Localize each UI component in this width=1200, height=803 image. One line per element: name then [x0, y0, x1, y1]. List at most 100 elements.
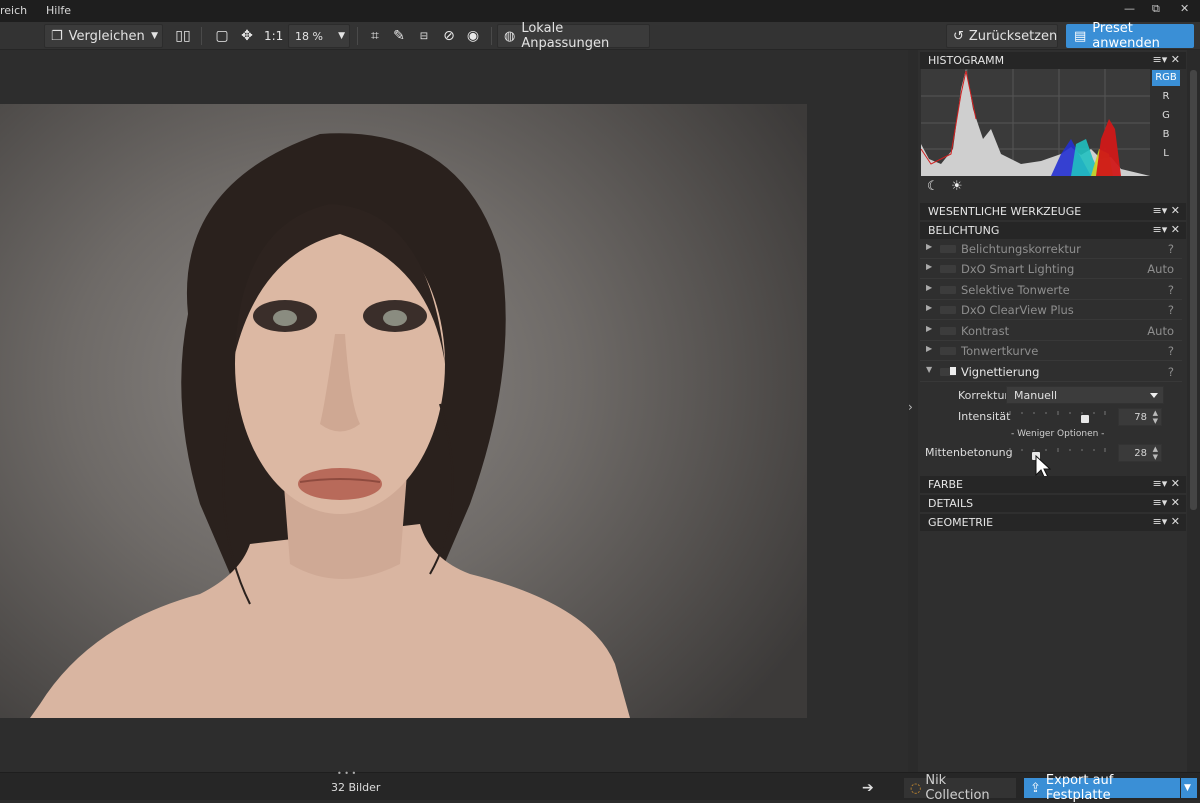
chevron-right-icon[interactable]: ▶ — [926, 324, 932, 333]
apply-preset-button[interactable]: ▤ Preset anwenden — [1066, 21, 1194, 51]
histogram-header[interactable]: HISTOGRAMM ≡▾ ✕ — [920, 52, 1186, 69]
local-adjust-icon: ◍ — [504, 28, 516, 44]
color-header[interactable]: FARBE ≡▾ ✕ — [920, 476, 1186, 493]
chevron-right-icon[interactable]: ▶ — [926, 242, 932, 251]
local-adjust-label: Lokale Anpassungen — [521, 21, 610, 51]
fewer-options-link[interactable]: - Weniger Optionen - — [1011, 429, 1104, 439]
channel-b-button[interactable]: B — [1152, 127, 1180, 143]
compare-button[interactable]: ❐ Vergleichen ▼ — [44, 24, 163, 48]
mittenbetonung-input[interactable]: 28 ▲ ▼ — [1118, 444, 1162, 462]
crop-icon[interactable]: ⌗ — [364, 24, 386, 48]
tool-label: Selektive Tonwerte — [961, 283, 1070, 297]
geometry-header[interactable]: GEOMETRIE ≡▾ ✕ — [920, 514, 1186, 531]
chevron-down-icon[interactable]: ▼ — [1181, 778, 1197, 798]
export-button[interactable]: ⇪ Export auf Festplatte — [1024, 773, 1180, 803]
tool-row-belichtungskorrektur[interactable]: ▶ Belichtungskorrektur ? — [920, 239, 1182, 259]
color-title: FARBE — [928, 478, 963, 491]
channel-rgb-button[interactable]: RGB — [1152, 70, 1180, 86]
tool-toggle[interactable] — [940, 347, 956, 355]
image-viewer[interactable] — [0, 50, 908, 772]
intensitaet-slider[interactable] — [1009, 407, 1106, 423]
tool-toggle[interactable] — [940, 265, 956, 273]
portrait-photo[interactable] — [0, 104, 807, 718]
tool-auto-value: Auto — [1147, 324, 1174, 338]
forward-icon[interactable]: ➔ — [862, 778, 874, 798]
chevron-right-icon[interactable]: › — [908, 400, 918, 420]
straighten-icon[interactable]: ⊟ — [413, 24, 435, 48]
essential-tools-header[interactable]: WESENTLICHE WERKZEUGE ≡▾ ✕ — [920, 203, 1186, 220]
filmstrip-handle[interactable]: • • • — [337, 769, 356, 778]
channel-l-button[interactable]: L — [1152, 146, 1180, 162]
toggle-on-indicator — [950, 367, 956, 375]
toolbar-divider — [491, 27, 492, 45]
minimize-icon[interactable]: — — [1124, 2, 1135, 15]
panel-options-icon[interactable]: ≡▾ ✕ — [1153, 204, 1180, 217]
moon-icon[interactable]: ☾ — [927, 179, 939, 194]
zoom-select[interactable]: 18 % ▼ — [288, 24, 350, 48]
chevron-down-icon[interactable]: ▼ — [926, 365, 932, 374]
panel-options-icon[interactable]: ≡▾ ✕ — [1153, 515, 1180, 528]
zoom-value: 18 % — [295, 29, 323, 43]
help-icon[interactable]: ? — [1168, 344, 1174, 358]
split-view-icon[interactable]: ▯▯ — [172, 24, 194, 48]
menu-item-bereich[interactable]: reich — [0, 4, 27, 17]
help-icon[interactable]: ? — [1168, 303, 1174, 317]
slider-thumb[interactable] — [1080, 415, 1089, 423]
details-header[interactable]: DETAILS ≡▾ ✕ — [920, 495, 1186, 512]
tool-toggle[interactable] — [940, 367, 956, 376]
help-icon[interactable]: ? — [1168, 242, 1174, 256]
histogram-graph — [920, 69, 1150, 176]
panel-scrollbar[interactable] — [1187, 50, 1200, 772]
tool-row-tonwertkurve[interactable]: ▶ Tonwertkurve ? — [920, 341, 1182, 361]
help-icon[interactable]: ? — [1168, 283, 1174, 297]
korrektur-label: Korrektur — [958, 389, 1009, 402]
sun-icon[interactable]: ☀ — [951, 179, 963, 194]
eyedropper-icon[interactable]: ✎ — [388, 24, 410, 48]
tool-row-vignettierung[interactable]: ▼ Vignettierung ? — [920, 362, 1182, 382]
tool-toggle[interactable] — [940, 286, 956, 294]
chevron-right-icon[interactable]: ▶ — [926, 303, 932, 312]
nik-icon: ◌ — [910, 780, 922, 796]
eye-icon[interactable]: ◉ — [462, 24, 484, 48]
chevron-right-icon[interactable]: ▶ — [926, 283, 932, 292]
reset-button[interactable]: ↺ Zurücksetzen — [946, 24, 1058, 48]
intensitaet-value: 78 — [1134, 412, 1147, 423]
tool-row-smart-lighting[interactable]: ▶ DxO Smart Lighting Auto — [920, 259, 1182, 279]
chevron-right-icon[interactable]: ▶ — [926, 344, 932, 353]
chevron-right-icon[interactable]: ▶ — [926, 262, 932, 271]
tool-row-selektive-tonwerte[interactable]: ▶ Selektive Tonwerte ? — [920, 280, 1182, 300]
histogram-title: HISTOGRAMM — [928, 54, 1005, 67]
scrollbar-thumb[interactable] — [1190, 70, 1197, 510]
panel-options-icon[interactable]: ≡▾ ✕ — [1153, 496, 1180, 509]
zoom-one-to-one-button[interactable]: 1:1 — [264, 24, 283, 48]
mittenbetonung-slider[interactable] — [1009, 444, 1106, 460]
help-icon[interactable]: ? — [1168, 365, 1174, 379]
exposure-header[interactable]: BELICHTUNG ≡▾ ✕ — [920, 222, 1186, 239]
panel-options-icon[interactable]: ≡▾ ✕ — [1153, 53, 1180, 66]
local-adjustments-button[interactable]: ◍ Lokale Anpassungen — [497, 21, 650, 51]
restore-icon[interactable]: ⧉ — [1152, 2, 1160, 16]
intensitaet-input[interactable]: 78 ▲ ▼ — [1118, 408, 1162, 426]
move-icon[interactable]: ✥ — [236, 24, 258, 48]
repair-icon[interactable]: ⊘ — [438, 24, 460, 48]
stepper-icon[interactable]: ▲ ▼ — [1153, 445, 1158, 461]
menu-item-hilfe[interactable]: Hilfe — [46, 4, 71, 17]
close-window-icon[interactable]: ✕ — [1180, 2, 1189, 15]
tool-toggle[interactable] — [940, 245, 956, 253]
korrektur-select[interactable]: Manuell — [1006, 386, 1164, 404]
tool-label: DxO Smart Lighting — [961, 262, 1075, 276]
nik-collection-button[interactable]: ◌ Nik Collection — [904, 773, 1016, 803]
channel-g-button[interactable]: G — [1152, 108, 1180, 124]
tool-label: Vignettierung — [961, 365, 1040, 379]
panel-options-icon[interactable]: ≡▾ ✕ — [1153, 477, 1180, 490]
stepper-icon[interactable]: ▲ ▼ — [1153, 409, 1158, 425]
fit-screen-icon[interactable]: ▢ — [211, 24, 233, 48]
tool-toggle[interactable] — [940, 327, 956, 335]
tool-row-clearview[interactable]: ▶ DxO ClearView Plus ? — [920, 300, 1182, 320]
chevron-down-icon[interactable]: ▼ — [151, 31, 158, 41]
tool-toggle[interactable] — [940, 306, 956, 314]
channel-r-button[interactable]: R — [1152, 89, 1180, 105]
tool-row-kontrast[interactable]: ▶ Kontrast Auto — [920, 321, 1182, 341]
toolbar-divider — [201, 27, 202, 45]
panel-options-icon[interactable]: ≡▾ ✕ — [1153, 223, 1180, 236]
